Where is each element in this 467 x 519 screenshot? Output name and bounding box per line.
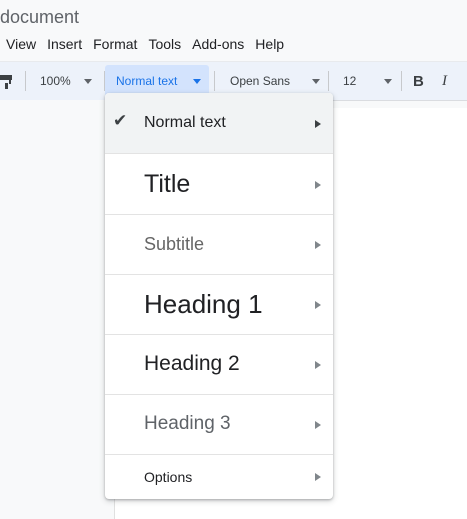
style-option-label: Heading 1 (144, 288, 263, 319)
menu-format[interactable]: Format (93, 36, 137, 54)
font-size-value: 12 (343, 74, 357, 88)
style-option-heading-1[interactable]: Heading 1 (105, 274, 333, 335)
style-options[interactable]: Options (105, 454, 333, 499)
menu-bar: View Insert Format Tools Add-ons Help (0, 36, 289, 54)
zoom-value: 100% (40, 74, 71, 88)
submenu-arrow-icon (315, 421, 321, 429)
font-value: Open Sans (230, 74, 291, 88)
paragraph-style-menu: ✔ Normal text Title Subtitle Heading 1 H… (105, 93, 333, 499)
menu-tools[interactable]: Tools (148, 36, 181, 54)
style-option-heading-3[interactable]: Heading 3 (105, 394, 333, 455)
style-option-label: Heading 2 (144, 352, 240, 375)
bold-button[interactable]: B (413, 62, 424, 100)
bold-icon: B (413, 72, 424, 90)
menu-view[interactable]: View (6, 36, 36, 54)
submenu-arrow-icon (315, 181, 321, 189)
style-option-heading-2[interactable]: Heading 2 (105, 334, 333, 395)
style-option-title[interactable]: Title (105, 154, 333, 215)
menu-help[interactable]: Help (255, 36, 284, 54)
style-option-label: Normal text (144, 114, 226, 131)
style-option-label: Heading 3 (144, 413, 231, 434)
paint-format-button[interactable] (0, 62, 14, 100)
submenu-arrow-icon (315, 120, 321, 128)
submenu-arrow-icon (315, 361, 321, 369)
chevron-down-icon (312, 78, 321, 84)
chevron-down-icon (384, 78, 393, 84)
style-option-label: Options (144, 468, 193, 485)
chevron-down-icon (193, 78, 202, 84)
submenu-arrow-icon (315, 301, 321, 309)
check-icon: ✔ (113, 111, 128, 130)
style-option-subtitle[interactable]: Subtitle (105, 214, 333, 275)
submenu-arrow-icon (315, 473, 321, 481)
submenu-arrow-icon (315, 241, 321, 249)
italic-button[interactable]: I (442, 62, 447, 100)
zoom-select[interactable]: 100% (40, 62, 92, 100)
page-margin (0, 100, 114, 519)
style-option-normal-text[interactable]: ✔ Normal text (105, 93, 333, 154)
font-size-select[interactable]: 12 (343, 62, 393, 100)
chevron-down-icon (83, 78, 92, 84)
menu-add-ons[interactable]: Add-ons (192, 36, 244, 54)
paint-format-icon (0, 75, 12, 89)
document-title[interactable]: document (0, 7, 79, 28)
style-option-label: Title (144, 169, 191, 198)
style-value: Normal text (116, 74, 178, 88)
style-option-label: Subtitle (144, 233, 205, 254)
menu-insert[interactable]: Insert (47, 36, 82, 54)
italic-icon: I (442, 72, 447, 89)
